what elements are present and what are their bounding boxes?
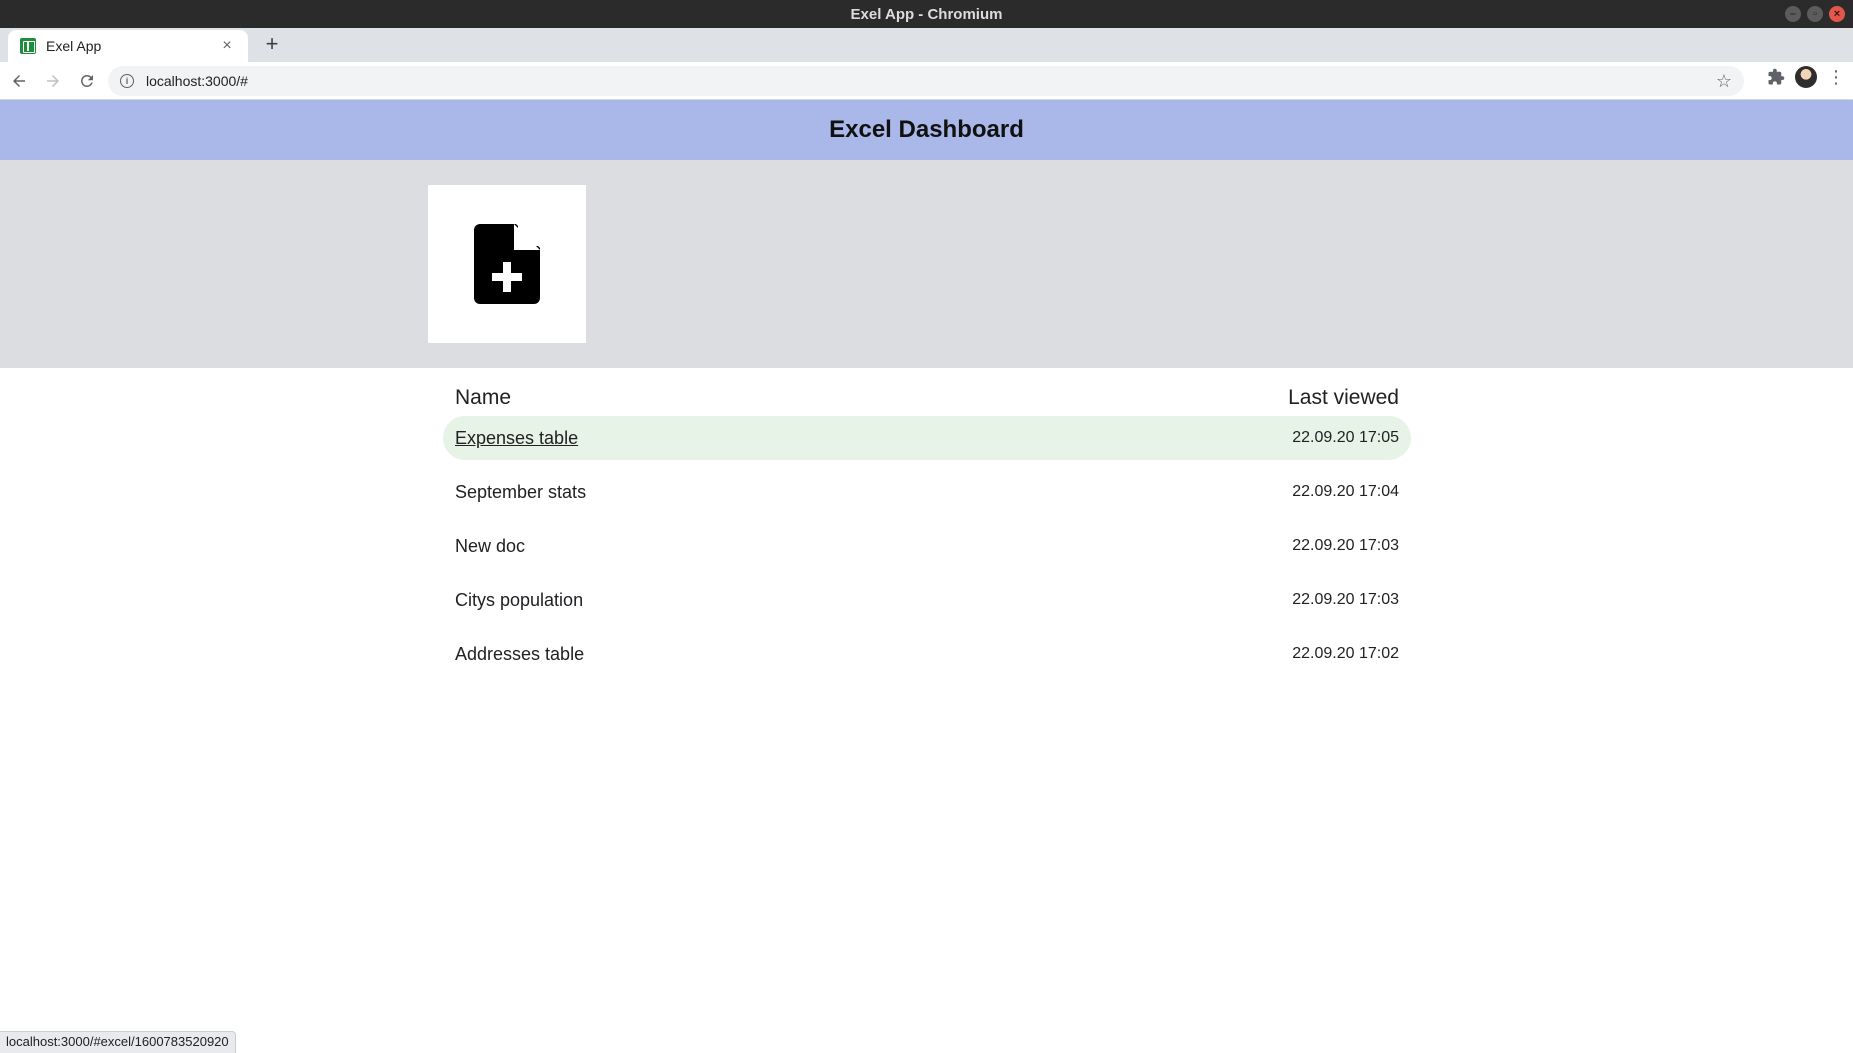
list-item-date: 22.09.20 17:05	[1292, 429, 1399, 446]
list-item-date: 22.09.20 17:04	[1292, 483, 1399, 500]
sheets-favicon-icon	[20, 38, 36, 54]
maximize-button[interactable]: ▫	[1807, 6, 1823, 22]
list-item-link[interactable]: New doc	[455, 536, 525, 557]
window-controls: – ▫ ×	[1785, 6, 1845, 22]
list-item[interactable]: Citys population 22.09.20 17:03	[443, 578, 1411, 622]
url-text[interactable]: localhost:3000/#	[146, 73, 1716, 89]
tab-title: Exel App	[46, 38, 102, 54]
list-item-link[interactable]: Expenses table	[455, 428, 578, 449]
back-button[interactable]	[4, 66, 34, 96]
reload-icon	[81, 74, 93, 87]
list-item-date: 22.09.20 17:02	[1292, 645, 1399, 662]
toolbar-right: ⋮	[1767, 66, 1845, 88]
column-header-name: Name	[455, 386, 512, 409]
list-item-link[interactable]: September stats	[455, 482, 586, 503]
window-title: Exel App - Chromium	[850, 5, 1003, 23]
column-header-last-viewed: Last viewed	[1288, 386, 1399, 409]
file-plus-icon	[474, 224, 540, 304]
create-section	[0, 160, 1853, 368]
address-bar[interactable]: i localhost:3000/# ☆	[108, 66, 1744, 96]
arrow-left-icon	[13, 74, 25, 87]
list-header: Name Last viewed	[443, 380, 1411, 416]
list-item-date: 22.09.20 17:03	[1292, 591, 1399, 608]
arrow-right-icon	[47, 74, 59, 87]
forward-button[interactable]	[38, 66, 68, 96]
profile-avatar[interactable]	[1795, 66, 1817, 88]
create-new-table-button[interactable]	[428, 185, 586, 343]
tab-strip: Exel App × +	[0, 28, 1853, 62]
bookmark-star-icon[interactable]: ☆	[1716, 71, 1732, 92]
kebab-menu-icon[interactable]: ⋮	[1827, 67, 1845, 88]
status-url-bubble: localhost:3000/#excel/1600783520920	[0, 1031, 236, 1053]
list-item[interactable]: New doc 22.09.20 17:03	[443, 524, 1411, 568]
list-item[interactable]: Addresses table 22.09.20 17:02	[443, 632, 1411, 676]
extensions-puzzle-icon[interactable]	[1767, 68, 1785, 86]
info-icon[interactable]: i	[120, 74, 134, 88]
minimize-button[interactable]: –	[1785, 6, 1801, 22]
tab-close-icon[interactable]: ×	[218, 37, 236, 55]
list-item-date: 22.09.20 17:03	[1292, 537, 1399, 554]
os-titlebar: Exel App - Chromium – ▫ ×	[0, 0, 1853, 28]
browser-toolbar: i localhost:3000/# ☆ ⋮	[0, 62, 1853, 100]
list-item[interactable]: September stats 22.09.20 17:04	[443, 470, 1411, 514]
app-header: Excel Dashboard	[0, 100, 1853, 160]
list-item-link[interactable]: Addresses table	[455, 644, 584, 665]
records-list: Name Last viewed Expenses table 22.09.20…	[443, 380, 1411, 686]
close-window-button[interactable]: ×	[1829, 6, 1845, 22]
page-title: Excel Dashboard	[829, 116, 1024, 143]
new-tab-button[interactable]: +	[258, 30, 286, 58]
list-item[interactable]: Expenses table 22.09.20 17:05	[443, 416, 1411, 460]
reload-button[interactable]	[72, 66, 102, 96]
list-item-link[interactable]: Citys population	[455, 590, 583, 611]
browser-tab[interactable]: Exel App ×	[8, 30, 248, 62]
